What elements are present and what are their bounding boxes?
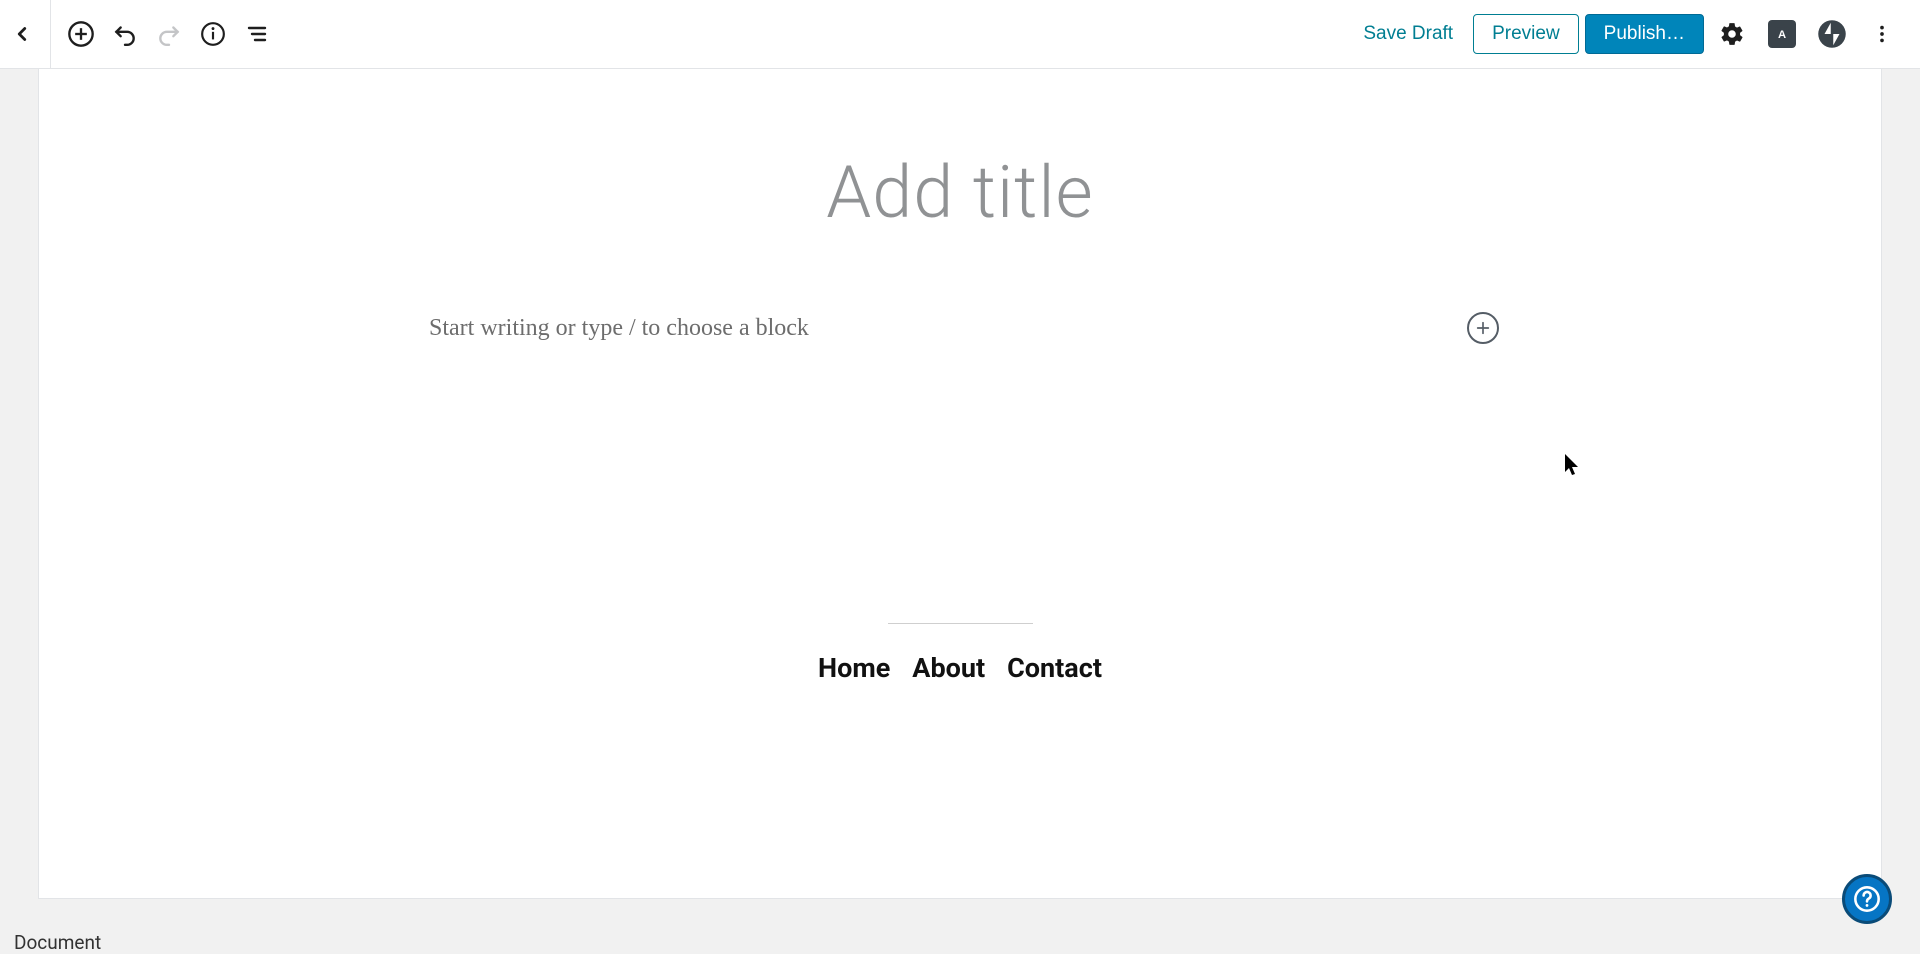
block-area: [415, 314, 1505, 343]
block-navigation-button[interactable]: [235, 12, 279, 56]
more-options-button[interactable]: [1860, 12, 1904, 56]
gear-icon: [1719, 21, 1745, 47]
toolbar-divider: [50, 0, 51, 69]
redo-icon: [156, 21, 182, 47]
footer-separator: [888, 623, 1033, 624]
save-draft-button[interactable]: Save Draft: [1349, 15, 1467, 53]
info-icon: [200, 21, 226, 47]
footer-nav-contact[interactable]: Contact: [1007, 652, 1102, 684]
bolt-circle-icon: [1817, 19, 1847, 49]
amp-icon: A: [1768, 20, 1796, 48]
plus-circle-icon: [67, 20, 95, 48]
help-fab[interactable]: [1842, 874, 1892, 924]
preview-button[interactable]: Preview: [1473, 14, 1579, 54]
plus-icon: [1475, 320, 1491, 336]
kebab-icon: [1871, 23, 1893, 45]
help-icon: [1853, 885, 1881, 913]
amp-button[interactable]: A: [1760, 12, 1804, 56]
redo-button: [147, 12, 191, 56]
footer-nav-about[interactable]: About: [912, 652, 985, 684]
footer-nav-home[interactable]: Home: [818, 652, 890, 684]
footer-nav: Home About Contact: [39, 652, 1881, 684]
editor-toolbar: Save Draft Preview Publish… A: [0, 0, 1920, 69]
list-icon: [245, 22, 269, 46]
chevron-left-icon: [11, 23, 33, 45]
toolbar-left-group: [0, 0, 279, 68]
content-info-button[interactable]: [191, 12, 235, 56]
settings-button[interactable]: [1710, 12, 1754, 56]
editor-sheet: Home About Contact: [38, 69, 1882, 899]
publish-button[interactable]: Publish…: [1585, 14, 1704, 54]
toolbar-right-group: Save Draft Preview Publish… A: [1349, 12, 1908, 56]
breadcrumb[interactable]: Document: [0, 919, 1920, 954]
undo-icon: [112, 21, 138, 47]
editor-stage: Home About Contact: [0, 69, 1920, 919]
post-title-input[interactable]: [39, 149, 1881, 236]
jetpack-button[interactable]: [1810, 12, 1854, 56]
post-body-input[interactable]: [427, 314, 1433, 343]
back-button[interactable]: [0, 12, 44, 56]
add-block-button[interactable]: [59, 12, 103, 56]
inline-add-block-button[interactable]: [1467, 312, 1499, 344]
svg-text:A: A: [1778, 29, 1786, 41]
undo-button[interactable]: [103, 12, 147, 56]
